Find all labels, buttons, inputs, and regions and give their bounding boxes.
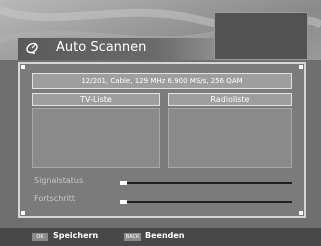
- title-bar: Auto Scannen: [18, 38, 213, 60]
- satellite-dish-icon: [26, 42, 38, 55]
- radio-list-header: Radioliste: [168, 93, 292, 106]
- scan-info-bar: 12/201, Cable, 129 MHz 6.900 MS/s, 256 Q…: [32, 73, 292, 89]
- progress-label: Fortschritt: [34, 194, 76, 203]
- video-preview-window: [214, 12, 308, 60]
- signal-status-label: Signalstatus: [34, 176, 84, 185]
- progress-bar: [120, 200, 292, 204]
- signal-status-fill: [120, 181, 127, 185]
- panel-corner-marker: [299, 211, 303, 215]
- panel-corner-marker: [21, 65, 25, 69]
- ok-key-icon: OK: [32, 233, 48, 241]
- scan-panel: 12/201, Cable, 129 MHz 6.900 MS/s, 256 Q…: [18, 62, 306, 218]
- panel-corner-marker: [299, 65, 303, 69]
- signal-status-bar: [120, 181, 292, 185]
- save-button[interactable]: Speichern: [53, 231, 98, 240]
- back-key-icon: BACK: [124, 233, 141, 241]
- page-title: Auto Scannen: [56, 40, 147, 55]
- tv-list-header: TV-Liste: [32, 93, 160, 106]
- footer-bar: OK Speichern BACK Beenden: [0, 228, 321, 246]
- radio-channel-list[interactable]: [168, 108, 292, 168]
- progress-fill: [120, 200, 127, 204]
- exit-button[interactable]: Beenden: [145, 231, 185, 240]
- tv-channel-list[interactable]: [32, 108, 160, 168]
- panel-corner-marker: [21, 211, 25, 215]
